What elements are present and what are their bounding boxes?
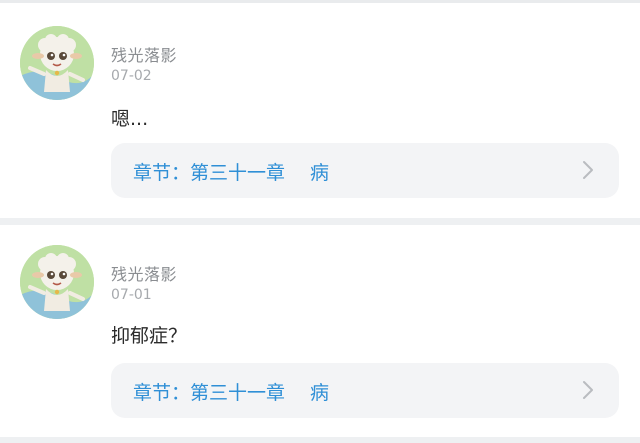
comment-text: 嗯... bbox=[111, 108, 149, 130]
chevron-right-icon bbox=[583, 381, 593, 399]
username[interactable]: 残光落影 bbox=[111, 261, 177, 285]
username[interactable]: 残光落影 bbox=[111, 42, 177, 66]
comment-date: 07-01 bbox=[111, 287, 152, 303]
chapter-link[interactable]: 章节：第三十一章 病 bbox=[111, 143, 619, 198]
chapter-link[interactable]: 章节：第三十一章 病 bbox=[111, 363, 619, 418]
chapter-label: 章节：第三十一章 病 bbox=[133, 382, 330, 404]
avatar[interactable] bbox=[20, 245, 94, 319]
sheep-avatar-icon bbox=[20, 245, 94, 319]
comment-date: 07-02 bbox=[111, 68, 152, 84]
avatar[interactable] bbox=[20, 26, 94, 100]
comment-card: 残光落影 07-01 抑郁症？ 章节：第三十一章 病 bbox=[0, 225, 640, 437]
chapter-label: 章节：第三十一章 病 bbox=[133, 162, 330, 184]
comment-card: 残光落影 07-02 嗯... 章节：第三十一章 病 bbox=[0, 3, 640, 218]
sheep-avatar-icon bbox=[20, 26, 94, 100]
chevron-right-icon bbox=[583, 161, 593, 179]
comment-text: 抑郁症？ bbox=[111, 325, 188, 347]
